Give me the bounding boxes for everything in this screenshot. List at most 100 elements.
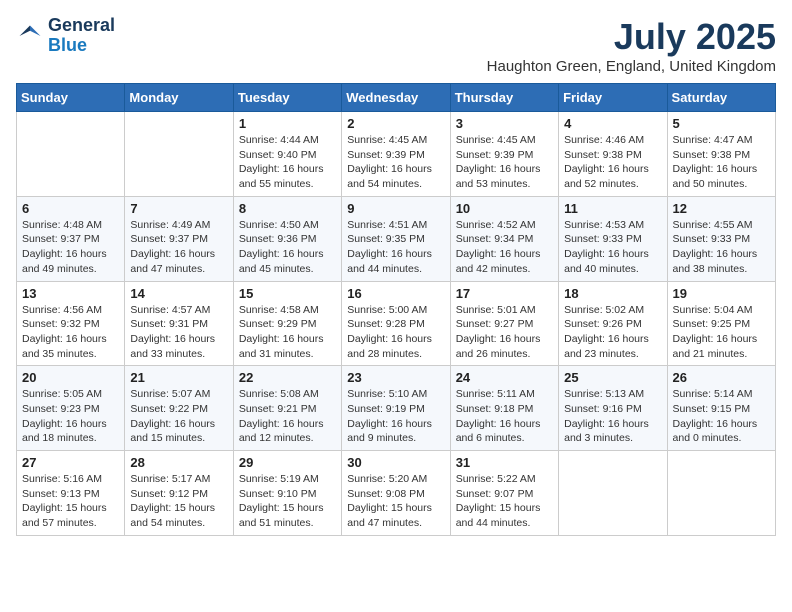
day-number: 15 — [239, 286, 336, 301]
day-number: 5 — [673, 116, 770, 131]
day-info: Sunrise: 4:49 AM Sunset: 9:37 PM Dayligh… — [130, 218, 227, 277]
day-number: 17 — [456, 286, 553, 301]
week-row-2: 6 Sunrise: 4:48 AM Sunset: 9:37 PM Daylig… — [17, 196, 776, 281]
calendar-cell: 31 Sunrise: 5:22 AM Sunset: 9:07 PM Dayli… — [450, 451, 558, 536]
calendar-cell: 23 Sunrise: 5:10 AM Sunset: 9:19 PM Dayli… — [342, 366, 450, 451]
day-info: Sunrise: 4:51 AM Sunset: 9:35 PM Dayligh… — [347, 218, 444, 277]
day-info: Sunrise: 5:01 AM Sunset: 9:27 PM Dayligh… — [456, 303, 553, 362]
day-number: 11 — [564, 201, 661, 216]
day-info: Sunrise: 4:45 AM Sunset: 9:39 PM Dayligh… — [456, 133, 553, 192]
day-info: Sunrise: 4:52 AM Sunset: 9:34 PM Dayligh… — [456, 218, 553, 277]
day-number: 30 — [347, 455, 444, 470]
day-info: Sunrise: 5:04 AM Sunset: 9:25 PM Dayligh… — [673, 303, 770, 362]
day-number: 18 — [564, 286, 661, 301]
day-number: 14 — [130, 286, 227, 301]
day-number: 29 — [239, 455, 336, 470]
day-info: Sunrise: 5:16 AM Sunset: 9:13 PM Dayligh… — [22, 472, 119, 531]
page-header: General Blue July 2025 Haughton Green, E… — [16, 16, 776, 75]
day-info: Sunrise: 5:08 AM Sunset: 9:21 PM Dayligh… — [239, 387, 336, 446]
weekday-header-wednesday: Wednesday — [342, 84, 450, 112]
calendar-cell — [667, 451, 775, 536]
logo-line2: Blue — [48, 36, 115, 56]
week-row-5: 27 Sunrise: 5:16 AM Sunset: 9:13 PM Dayli… — [17, 451, 776, 536]
day-number: 20 — [22, 370, 119, 385]
logo: General Blue — [16, 16, 115, 56]
day-info: Sunrise: 5:13 AM Sunset: 9:16 PM Dayligh… — [564, 387, 661, 446]
week-row-1: 1Sunrise: 4:44 AM Sunset: 9:40 PM Daylig… — [17, 112, 776, 197]
calendar-cell: 26 Sunrise: 5:14 AM Sunset: 9:15 PM Dayli… — [667, 366, 775, 451]
calendar-cell: 28Sunrise: 5:17 AM Sunset: 9:12 PM Dayli… — [125, 451, 233, 536]
logo-line1: General — [48, 16, 115, 36]
day-number: 10 — [456, 201, 553, 216]
day-info: Sunrise: 4:44 AM Sunset: 9:40 PM Dayligh… — [239, 133, 336, 192]
day-number: 6 — [22, 201, 119, 216]
day-number: 22 — [239, 370, 336, 385]
calendar-cell: 17 Sunrise: 5:01 AM Sunset: 9:27 PM Dayli… — [450, 281, 558, 366]
calendar-cell: 9 Sunrise: 4:51 AM Sunset: 9:35 PM Daylig… — [342, 196, 450, 281]
day-info: Sunrise: 4:57 AM Sunset: 9:31 PM Dayligh… — [130, 303, 227, 362]
calendar-cell: 5Sunrise: 4:47 AM Sunset: 9:38 PM Daylig… — [667, 112, 775, 197]
day-info: Sunrise: 4:53 AM Sunset: 9:33 PM Dayligh… — [564, 218, 661, 277]
calendar-cell: 29 Sunrise: 5:19 AM Sunset: 9:10 PM Dayli… — [233, 451, 341, 536]
day-info: Sunrise: 5:22 AM Sunset: 9:07 PM Dayligh… — [456, 472, 553, 531]
day-info: Sunrise: 4:55 AM Sunset: 9:33 PM Dayligh… — [673, 218, 770, 277]
day-number: 13 — [22, 286, 119, 301]
day-number: 3 — [456, 116, 553, 131]
weekday-header-tuesday: Tuesday — [233, 84, 341, 112]
day-info: Sunrise: 5:00 AM Sunset: 9:28 PM Dayligh… — [347, 303, 444, 362]
calendar-cell: 18 Sunrise: 5:02 AM Sunset: 9:26 PM Dayli… — [559, 281, 667, 366]
calendar-cell: 10 Sunrise: 4:52 AM Sunset: 9:34 PM Dayli… — [450, 196, 558, 281]
week-row-4: 20 Sunrise: 5:05 AM Sunset: 9:23 PM Dayli… — [17, 366, 776, 451]
day-info: Sunrise: 5:10 AM Sunset: 9:19 PM Dayligh… — [347, 387, 444, 446]
day-info: Sunrise: 4:46 AM Sunset: 9:38 PM Dayligh… — [564, 133, 661, 192]
day-number: 12 — [673, 201, 770, 216]
calendar-cell — [125, 112, 233, 197]
day-info: Sunrise: 5:14 AM Sunset: 9:15 PM Dayligh… — [673, 387, 770, 446]
day-info: Sunrise: 4:48 AM Sunset: 9:37 PM Dayligh… — [22, 218, 119, 277]
day-number: 31 — [456, 455, 553, 470]
day-info: Sunrise: 5:17 AM Sunset: 9:12 PM Dayligh… — [130, 472, 227, 531]
day-info: Sunrise: 4:58 AM Sunset: 9:29 PM Dayligh… — [239, 303, 336, 362]
weekday-header-friday: Friday — [559, 84, 667, 112]
calendar-cell: 8Sunrise: 4:50 AM Sunset: 9:36 PM Daylig… — [233, 196, 341, 281]
calendar-cell: 30 Sunrise: 5:20 AM Sunset: 9:08 PM Dayli… — [342, 451, 450, 536]
calendar-cell: 2Sunrise: 4:45 AM Sunset: 9:39 PM Daylig… — [342, 112, 450, 197]
calendar-cell: 13 Sunrise: 4:56 AM Sunset: 9:32 PM Dayli… — [17, 281, 125, 366]
calendar-cell: 27 Sunrise: 5:16 AM Sunset: 9:13 PM Dayli… — [17, 451, 125, 536]
calendar-cell — [559, 451, 667, 536]
calendar-cell: 21Sunrise: 5:07 AM Sunset: 9:22 PM Dayli… — [125, 366, 233, 451]
calendar-cell: 19Sunrise: 5:04 AM Sunset: 9:25 PM Dayli… — [667, 281, 775, 366]
calendar-cell — [17, 112, 125, 197]
calendar-cell: 22 Sunrise: 5:08 AM Sunset: 9:21 PM Dayli… — [233, 366, 341, 451]
day-number: 25 — [564, 370, 661, 385]
calendar-cell: 12 Sunrise: 4:55 AM Sunset: 9:33 PM Dayli… — [667, 196, 775, 281]
weekday-header-row: SundayMondayTuesdayWednesdayThursdayFrid… — [17, 84, 776, 112]
calendar-cell: 7Sunrise: 4:49 AM Sunset: 9:37 PM Daylig… — [125, 196, 233, 281]
calendar-cell: 16 Sunrise: 5:00 AM Sunset: 9:28 PM Dayli… — [342, 281, 450, 366]
day-info: Sunrise: 5:02 AM Sunset: 9:26 PM Dayligh… — [564, 303, 661, 362]
day-number: 4 — [564, 116, 661, 131]
day-number: 23 — [347, 370, 444, 385]
day-number: 2 — [347, 116, 444, 131]
day-number: 16 — [347, 286, 444, 301]
day-number: 26 — [673, 370, 770, 385]
day-info: Sunrise: 4:56 AM Sunset: 9:32 PM Dayligh… — [22, 303, 119, 362]
day-number: 21 — [130, 370, 227, 385]
calendar-cell: 4 Sunrise: 4:46 AM Sunset: 9:38 PM Daylig… — [559, 112, 667, 197]
weekday-header-thursday: Thursday — [450, 84, 558, 112]
weekday-header-sunday: Sunday — [17, 84, 125, 112]
weekday-header-saturday: Saturday — [667, 84, 775, 112]
day-number: 27 — [22, 455, 119, 470]
calendar-cell: 24Sunrise: 5:11 AM Sunset: 9:18 PM Dayli… — [450, 366, 558, 451]
calendar-cell: 3 Sunrise: 4:45 AM Sunset: 9:39 PM Daylig… — [450, 112, 558, 197]
calendar-table: SundayMondayTuesdayWednesdayThursdayFrid… — [16, 83, 776, 536]
day-info: Sunrise: 5:19 AM Sunset: 9:10 PM Dayligh… — [239, 472, 336, 531]
month-title: July 2025 — [487, 16, 776, 58]
title-block: July 2025 Haughton Green, England, Unite… — [487, 16, 776, 75]
day-number: 9 — [347, 201, 444, 216]
day-number: 8 — [239, 201, 336, 216]
calendar-cell: 15 Sunrise: 4:58 AM Sunset: 9:29 PM Dayli… — [233, 281, 341, 366]
day-info: Sunrise: 5:05 AM Sunset: 9:23 PM Dayligh… — [22, 387, 119, 446]
day-info: Sunrise: 5:20 AM Sunset: 9:08 PM Dayligh… — [347, 472, 444, 531]
day-number: 24 — [456, 370, 553, 385]
